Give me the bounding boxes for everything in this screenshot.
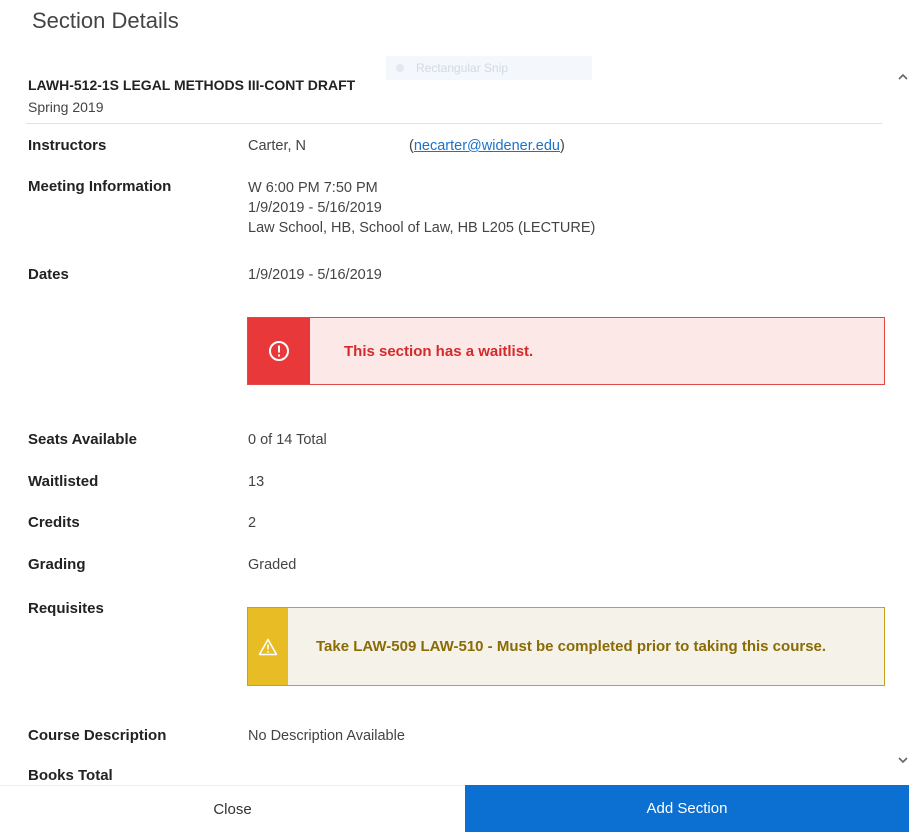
course-description-label: Course Description (28, 727, 167, 744)
waitlist-alert-text: This section has a waitlist. (344, 342, 534, 360)
warning-triangle-icon (248, 608, 288, 685)
waitlisted-value: 13 (248, 474, 265, 490)
instructor-email-link[interactable]: necarter@widener.edu (414, 138, 560, 154)
dates-value: 1/9/2019 - 5/16/2019 (248, 267, 382, 283)
course-title: LAWH-512-1S LEGAL METHODS III-CONT DRAFT (28, 77, 356, 93)
requisites-label: Requisites (28, 600, 104, 617)
grading-value: Graded (248, 557, 297, 573)
meeting-schedule: W 6:00 PM 7:50 PM (248, 180, 378, 196)
scroll-down-icon[interactable] (897, 754, 909, 766)
waitlist-alert: This section has a waitlist. (247, 317, 885, 385)
term-label: Spring 2019 (28, 99, 104, 115)
instructor-email: (necarter@widener.edu) (409, 138, 565, 154)
scroll-up-icon[interactable] (897, 71, 909, 83)
requisite-alert: Take LAW-509 LAW-510 - Must be completed… (247, 607, 885, 686)
waitlisted-label: Waitlisted (28, 473, 99, 490)
course-description-value: No Description Available (248, 728, 405, 744)
meeting-dates: 1/9/2019 - 5/16/2019 (248, 200, 382, 216)
close-button[interactable]: Close (0, 785, 465, 832)
add-section-button[interactable]: Add Section (465, 785, 909, 832)
seats-label: Seats Available (28, 431, 137, 448)
instructor-name: Carter, N (248, 138, 307, 154)
grading-label: Grading (28, 556, 86, 573)
instructors-label: Instructors (28, 137, 107, 154)
credits-value: 2 (248, 515, 257, 531)
exclamation-circle-icon (248, 318, 310, 384)
dates-label: Dates (28, 266, 69, 283)
meeting-info-label: Meeting Information (28, 178, 172, 195)
meeting-info-value: W 6:00 PM 7:50 PM 1/9/2019 - 5/16/2019 L… (248, 178, 595, 238)
seats-value: 0 of 14 Total (248, 432, 327, 448)
meeting-location: Law School, HB, School of Law, HB L205 (… (248, 220, 596, 236)
dialog-title: Section Details (32, 8, 179, 33)
divider (26, 123, 882, 124)
credits-label: Credits (28, 514, 80, 531)
requisite-alert-text: Take LAW-509 LAW-510 - Must be completed… (316, 638, 827, 655)
section-details-content[interactable]: LAWH-512-1S LEGAL METHODS III-CONT DRAFT… (26, 70, 886, 785)
dialog-footer: Close Add Section (0, 785, 909, 832)
books-total-label: Books Total (28, 767, 113, 784)
